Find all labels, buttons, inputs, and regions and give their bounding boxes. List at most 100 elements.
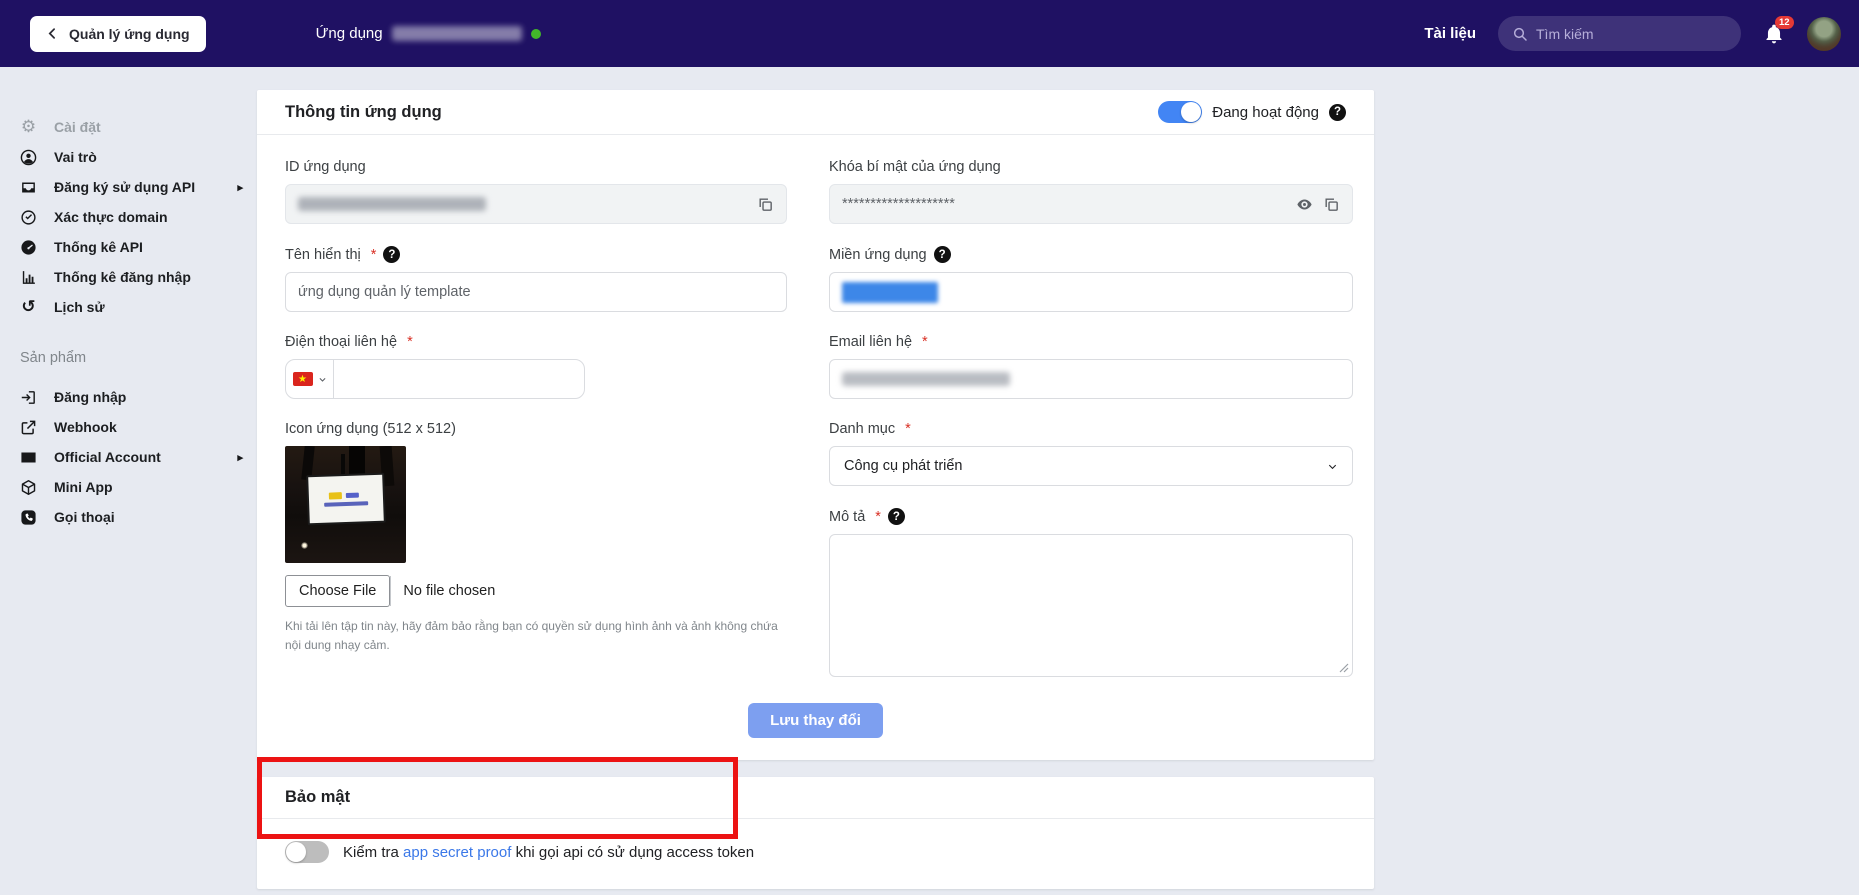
display-name-input[interactable] [298, 284, 774, 300]
search-box[interactable] [1498, 16, 1741, 51]
gear-icon: ⚙ [20, 116, 37, 137]
app-context: Ứng dụng [316, 25, 541, 42]
eye-icon[interactable] [1296, 196, 1313, 213]
back-to-app-management-button[interactable]: Quản lý ứng dụng [30, 15, 206, 52]
description-textarea[interactable] [829, 534, 1353, 677]
required-marker: * [407, 334, 413, 350]
user-avatar[interactable] [1807, 16, 1841, 51]
app-secret-proof-link[interactable]: app secret proof [403, 844, 511, 861]
security-card: Bảo mật Kiểm tra app secret proof khi gọ… [257, 777, 1374, 889]
choose-file-button[interactable]: Choose File [285, 575, 391, 607]
sidebar-item-label: Vai trò [54, 149, 97, 165]
security-title: Bảo mật [285, 788, 351, 806]
sidebar-item-label: Xác thực domain [54, 209, 168, 225]
required-marker: * [370, 246, 377, 263]
contact-phone-field: Điện thoại liên hệ * [285, 334, 787, 399]
category-label: Danh mục [829, 421, 896, 437]
contact-email-input[interactable] [829, 359, 1353, 399]
sidebar-item-label: Thống kê đăng nhập [54, 269, 191, 285]
notifications-button[interactable]: 12 [1763, 15, 1794, 45]
contact-email-label: Email liên hệ [829, 334, 913, 350]
secret-key-label: Khóa bí mật của ứng dụng [829, 159, 1001, 175]
upload-note: Khi tải lên tập tin này, hãy đảm bảo rằn… [285, 619, 778, 653]
inbox-icon [20, 179, 37, 196]
sidebar-item-api-stats[interactable]: Thống kê API [20, 232, 257, 262]
history-icon: ↺ [21, 296, 36, 317]
sidebar-item-history[interactable]: ↺ Lịch sử [20, 292, 257, 322]
sidebar-item-label: Đăng nhập [54, 389, 127, 405]
sidebar-item-roles[interactable]: Vai trò [20, 142, 257, 172]
sidebar-item-label: Cài đặt [54, 119, 101, 135]
country-code-select[interactable] [286, 360, 334, 398]
chevron-right-icon: ▸ [237, 181, 243, 194]
contact-phone-label: Điện thoại liên hệ [285, 334, 398, 350]
back-chevron-icon [48, 28, 55, 39]
bar-chart-icon [20, 269, 37, 286]
topbar: Quản lý ứng dụng Ứng dụng Tài liệu 12 [0, 0, 1859, 67]
toggle-knob [286, 842, 306, 862]
resize-handle[interactable] [1339, 663, 1349, 673]
sidebar-item-label: Đăng ký sử dụng API [54, 179, 196, 195]
app-id-input [285, 184, 787, 224]
help-icon[interactable]: ? [383, 246, 401, 263]
docs-link[interactable]: Tài liệu [1424, 25, 1476, 42]
chevron-down-icon [318, 377, 326, 382]
notification-badge: 12 [1775, 15, 1794, 29]
sidebar-item-login-product[interactable]: Đăng nhập [20, 382, 257, 412]
sidebar-item-official-account[interactable]: Official Account ▸ [20, 442, 257, 472]
search-input[interactable] [1536, 25, 1727, 42]
app-domain-label: Miền ứng dụng [829, 246, 927, 263]
redacted-domain-value [842, 281, 938, 303]
category-selected-value: Công cụ phát triển [844, 458, 963, 474]
help-icon[interactable]: ? [933, 246, 951, 263]
app-info-title: Thông tin ứng dụng [285, 102, 442, 121]
sidebar-item-voice-call[interactable]: Gọi thoại [20, 502, 257, 532]
help-icon[interactable]: ? [1329, 103, 1346, 121]
app-active-dot [530, 28, 541, 39]
file-status-text: No file chosen [403, 583, 496, 599]
app-context-label: Ứng dụng [315, 25, 383, 42]
sidebar-item-settings[interactable]: ⚙ Cài đặt [20, 112, 257, 142]
display-name-input-wrap [285, 272, 787, 312]
login-icon [20, 389, 37, 406]
sidebar-item-mini-app[interactable]: Mini App [20, 472, 257, 502]
secret-key-input [842, 196, 1296, 212]
redacted-app-name [391, 26, 522, 41]
proof-text-before: Kiểm tra [343, 843, 404, 861]
cube-icon [20, 479, 37, 496]
app-info-card: Thông tin ứng dụng Đang hoạt động ? ID ứ… [257, 90, 1374, 760]
redacted-email-value [842, 372, 1010, 386]
sidebar-item-label: Webhook [54, 419, 117, 435]
display-name-field: Tên hiển thị * ? [285, 246, 787, 312]
active-status-toggle[interactable] [1158, 101, 1203, 123]
external-link-icon [20, 419, 37, 436]
sidebar-item-login-stats[interactable]: Thống kê đăng nhập [20, 262, 257, 292]
phone-icon [20, 509, 37, 526]
secret-key-input-wrap [829, 184, 1353, 224]
search-icon [1513, 27, 1527, 41]
sidebar-item-api-registration[interactable]: Đăng ký sử dụng API ▸ [20, 172, 257, 202]
app-id-label: ID ứng dụng [285, 159, 366, 175]
toggle-knob [1181, 102, 1202, 122]
required-marker: * [905, 421, 911, 437]
required-marker: * [875, 508, 881, 525]
copy-icon[interactable] [757, 196, 774, 213]
sidebar-item-label: Gọi thoại [54, 509, 115, 525]
contact-card-icon [20, 449, 37, 466]
app-domain-input[interactable] [829, 272, 1353, 312]
app-secret-proof-toggle[interactable] [285, 841, 329, 863]
help-icon[interactable]: ? [887, 508, 905, 525]
category-select[interactable]: Công cụ phát triển [829, 446, 1353, 486]
sidebar-item-label: Lịch sử [54, 299, 105, 315]
save-changes-button[interactable]: Lưu thay đổi [748, 703, 883, 738]
display-name-label: Tên hiển thị [285, 246, 361, 263]
secret-key-field: Khóa bí mật của ứng dụng [829, 159, 1353, 224]
file-input-divider [390, 576, 392, 606]
check-circle-icon [20, 209, 37, 226]
sidebar-item-webhook[interactable]: Webhook [20, 412, 257, 442]
chevron-right-icon: ▸ [237, 451, 243, 464]
copy-icon[interactable] [1323, 196, 1340, 213]
vietnam-flag-icon [292, 372, 313, 386]
sidebar-item-label: Thống kê API [54, 239, 143, 255]
sidebar-item-domain-verification[interactable]: Xác thực domain [20, 202, 257, 232]
